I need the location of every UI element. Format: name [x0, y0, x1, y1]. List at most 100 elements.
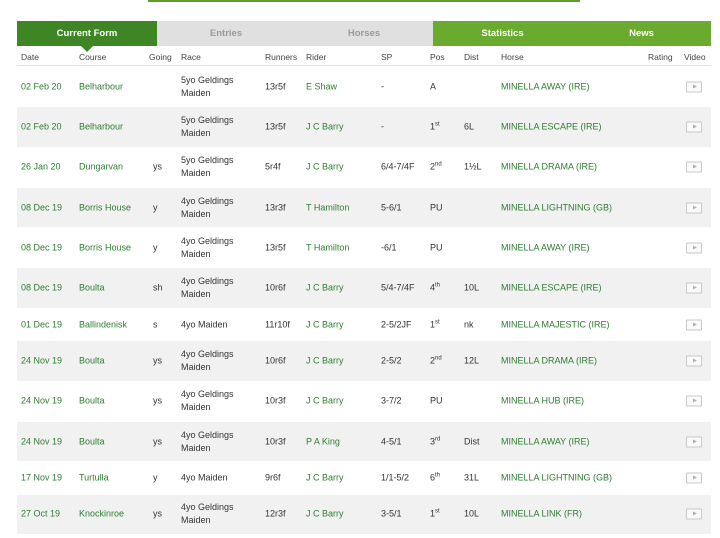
cell-date: 27 Oct 19 [21, 508, 61, 519]
cell-pos: 6th [430, 471, 440, 484]
cell-runners: 10r3f [265, 436, 286, 447]
cell-horse[interactable]: MINELLA LINK (FR) [501, 508, 582, 521]
cell-dist: nk [464, 319, 474, 330]
cell-course[interactable]: Knockinroe [79, 508, 124, 521]
video-play-icon[interactable] [686, 472, 702, 484]
cell-course[interactable]: Ballindenisk [79, 318, 127, 331]
video-play-icon[interactable] [686, 319, 702, 331]
video-play-icon[interactable] [686, 202, 702, 214]
cell-horse[interactable]: MINELLA AWAY (IRE) [501, 241, 590, 254]
cell-dist: 1½L [464, 161, 482, 172]
header-rating: Rating [648, 52, 673, 62]
cell-rider[interactable]: T Hamilton [306, 241, 349, 254]
cell-sp: 5-6/1 [381, 202, 402, 213]
pos-ordinal: st [435, 508, 440, 515]
cell-rider[interactable]: J C Barry [306, 120, 344, 133]
header-rider: Rider [306, 52, 327, 62]
cell-course[interactable]: Belharbour [79, 120, 123, 133]
tab-label: News [629, 28, 654, 39]
cell-race: 4yo Geldings Maiden [181, 429, 234, 453]
table-row: 27 Oct 19 Knockinroe ys 4yo Geldings Maiden… [17, 494, 711, 535]
video-play-icon[interactable] [686, 242, 702, 254]
cell-horse[interactable]: MINELLA ESCAPE (IRE) [501, 282, 602, 295]
cell-rider[interactable]: J C Barry [306, 471, 344, 484]
cell-course[interactable]: Boulta [79, 435, 105, 448]
cell-horse[interactable]: MINELLA AWAY (IRE) [501, 435, 590, 448]
cell-going: y [153, 202, 158, 213]
video-play-icon[interactable] [686, 121, 702, 133]
cell-horse[interactable]: MINELLA LIGHTNING (GB) [501, 201, 612, 214]
cell-course[interactable]: Dungarvan [79, 161, 123, 174]
cell-horse[interactable]: MINELLA DRAMA (IRE) [501, 354, 597, 367]
header-course: Course [79, 52, 107, 62]
cell-pos: 1st [430, 318, 440, 331]
table-row: 01 Dec 19 Ballindenisk s 4yo Maiden 11r10f J … [17, 308, 711, 342]
cell-rider[interactable]: J C Barry [306, 508, 344, 521]
cell-course[interactable]: Boulta [79, 395, 105, 408]
tab-label: Statistics [481, 28, 524, 39]
cell-rider[interactable]: J C Barry [306, 282, 344, 295]
video-play-icon[interactable] [686, 508, 702, 520]
cell-course[interactable]: Boulta [79, 354, 105, 367]
pos-value: PU [430, 202, 443, 213]
cell-course[interactable]: Borris House [79, 201, 131, 214]
cell-horse[interactable]: MINELLA AWAY (IRE) [501, 80, 590, 93]
cell-horse[interactable]: MINELLA HUB (IRE) [501, 395, 584, 408]
pos-ordinal: nd [435, 161, 442, 168]
cell-race: 5yo Geldings Maiden [181, 114, 234, 138]
pos-ordinal: st [435, 319, 440, 326]
video-play-icon[interactable] [686, 161, 702, 173]
tab-news[interactable]: News [572, 21, 711, 46]
cell-rider[interactable]: T Hamilton [306, 201, 349, 214]
table-row: 02 Feb 20 Belharbour 5yo Geldings Maiden 13… [17, 107, 711, 148]
cell-rider[interactable]: J C Barry [306, 161, 344, 174]
header-runners: Runners [265, 52, 298, 62]
cell-rider[interactable]: P A King [306, 435, 340, 448]
cell-horse[interactable]: MINELLA MAJESTIC (IRE) [501, 318, 610, 331]
pos-ordinal: th [435, 472, 441, 479]
cell-horse[interactable]: MINELLA DRAMA (IRE) [501, 161, 597, 174]
form-table-body: 02 Feb 20 Belharbour 5yo Geldings Maiden 13… [17, 67, 711, 535]
cell-date: 24 Nov 19 [21, 436, 63, 447]
cell-rider[interactable]: J C Barry [306, 395, 344, 408]
cell-going: ys [153, 355, 162, 366]
cell-rider[interactable]: J C Barry [306, 318, 344, 331]
cell-pos: 1st [430, 508, 440, 521]
video-play-icon[interactable] [686, 436, 702, 448]
tab-statistics[interactable]: Statistics [433, 21, 572, 46]
cell-runners: 5r4f [265, 161, 281, 172]
header-dist: Dist [464, 52, 479, 62]
cell-going: sh [153, 282, 163, 293]
pos-value: A [430, 81, 437, 92]
cell-race: 4yo Geldings Maiden [181, 276, 234, 300]
cell-rider[interactable]: J C Barry [306, 354, 344, 367]
table-row: 08 Dec 19 Boulta sh 4yo Geldings Maiden 10r6… [17, 268, 711, 309]
tab-entries[interactable]: Entries [157, 21, 295, 46]
tab-current-form[interactable]: Current Form [17, 21, 157, 52]
header-horse: Horse [501, 52, 524, 62]
cell-rider[interactable]: E Shaw [306, 80, 337, 93]
video-play-icon[interactable] [686, 355, 702, 367]
cell-runners: 10r6f [265, 282, 286, 293]
cell-course[interactable]: Turtulla [79, 471, 109, 484]
cell-going: ys [153, 395, 162, 406]
video-play-icon[interactable] [686, 81, 702, 93]
table-row: 17 Nov 19 Turtulla y 4yo Maiden 9r6f J C Barr… [17, 462, 711, 495]
cell-course[interactable]: Boulta [79, 282, 105, 295]
table-row: 24 Nov 19 Boulta ys 4yo Geldings Maiden 10r3… [17, 421, 711, 463]
cell-pos: 2nd [430, 354, 442, 367]
cell-runners: 13r5f [265, 81, 286, 92]
cell-race: 5yo Geldings Maiden [181, 74, 234, 98]
cell-course[interactable]: Belharbour [79, 80, 123, 93]
cell-date: 08 Dec 19 [21, 242, 63, 253]
tab-label: Entries [209, 28, 243, 39]
cell-horse[interactable]: MINELLA ESCAPE (IRE) [501, 120, 602, 133]
cell-course[interactable]: Borris House [79, 241, 131, 254]
cell-pos: PU [430, 241, 443, 254]
cell-date: 24 Nov 19 [21, 355, 63, 366]
video-play-icon[interactable] [686, 395, 702, 407]
cell-horse[interactable]: MINELLA LIGHTNING (GB) [501, 471, 612, 484]
tab-horses[interactable]: Horses [295, 21, 433, 46]
video-play-icon[interactable] [686, 282, 702, 294]
cell-going: ys [153, 436, 162, 447]
